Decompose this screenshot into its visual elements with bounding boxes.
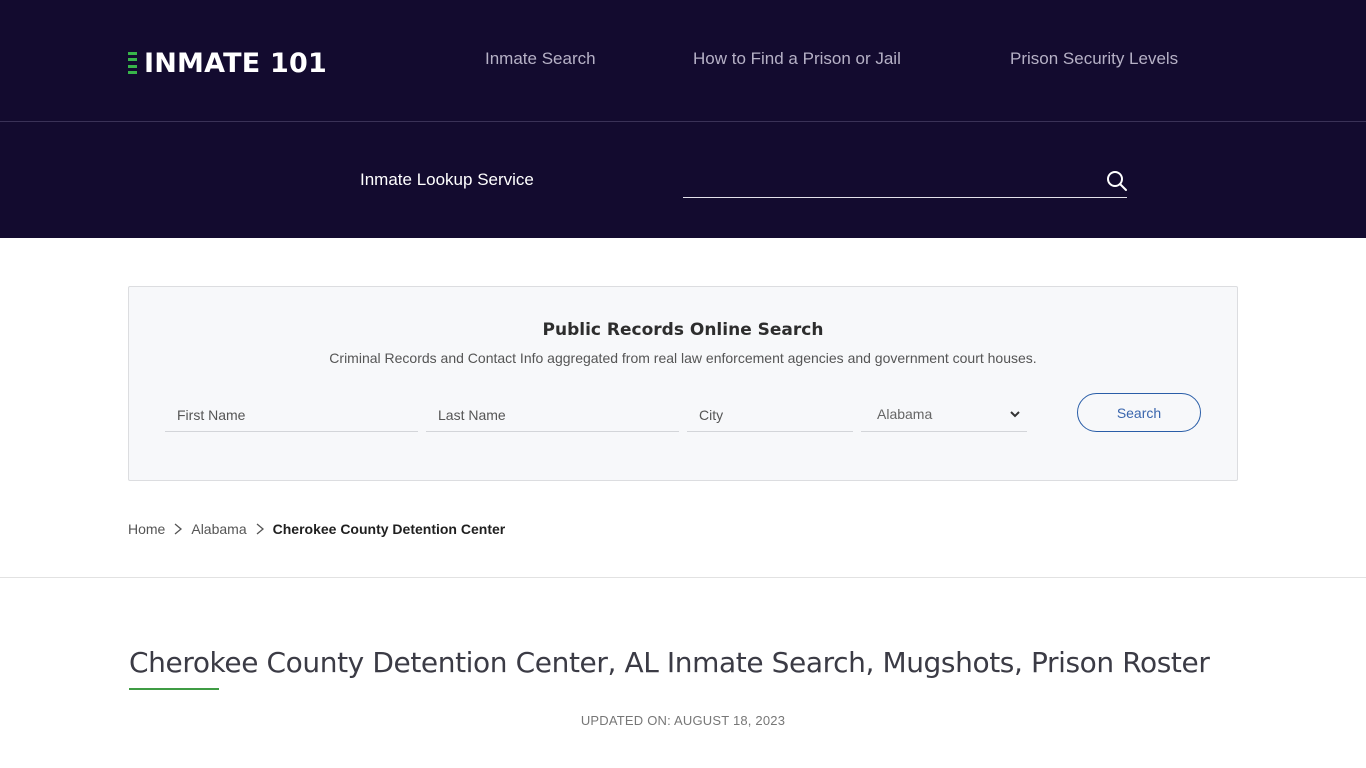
chevron-right-icon [256, 523, 264, 535]
updated-date: UPDATED ON: AUGUST 18, 2023 [580, 713, 786, 728]
logo-bars-icon [128, 52, 138, 74]
chevron-right-icon [174, 523, 183, 535]
site-logo[interactable]: INMATE 101 [128, 46, 327, 80]
breadcrumb-current: Cherokee County Detention Center [272, 521, 506, 537]
breadcrumb-home[interactable]: Home [128, 521, 165, 537]
page-title: Cherokee County Detention Center, AL Inm… [129, 646, 1210, 679]
last-name-input[interactable] [426, 398, 679, 431]
nav-find-prison[interactable]: How to Find a Prison or Jail [693, 49, 901, 73]
breadcrumb-alabama[interactable]: Alabama [191, 521, 246, 537]
lookup-field [683, 162, 1127, 198]
logo-text: INMATE 101 [144, 47, 327, 79]
nav-security-levels[interactable]: Prison Security Levels [1010, 49, 1178, 73]
state-select[interactable]: Alabama [861, 398, 1027, 432]
nav-inmate-search[interactable]: Inmate Search [485, 49, 596, 73]
chevron-down-icon [1010, 411, 1020, 418]
breadcrumb: Home Alabama Cherokee County Detention C… [128, 519, 505, 539]
search-icon[interactable] [1106, 170, 1128, 192]
public-records-search-panel: Public Records Online Search Criminal Re… [128, 286, 1238, 481]
top-navbar: INMATE 101 Inmate Search How to Find a P… [0, 0, 1366, 122]
city-input[interactable] [687, 398, 853, 431]
site-header: INMATE 101 Inmate Search How to Find a P… [0, 0, 1366, 238]
title-underline [129, 688, 219, 690]
panel-title: Public Records Online Search [542, 320, 824, 340]
last-name-field [426, 398, 679, 432]
first-name-input[interactable] [165, 398, 418, 431]
search-button[interactable]: Search [1077, 393, 1201, 432]
lookup-label: Inmate Lookup Service [360, 170, 534, 189]
state-selected-value: Alabama [877, 406, 933, 422]
section-divider [0, 577, 1366, 578]
first-name-field [165, 398, 418, 432]
city-field [687, 398, 853, 432]
panel-subtitle: Criminal Records and Contact Info aggreg… [329, 350, 1037, 366]
lookup-input[interactable] [683, 162, 1093, 196]
